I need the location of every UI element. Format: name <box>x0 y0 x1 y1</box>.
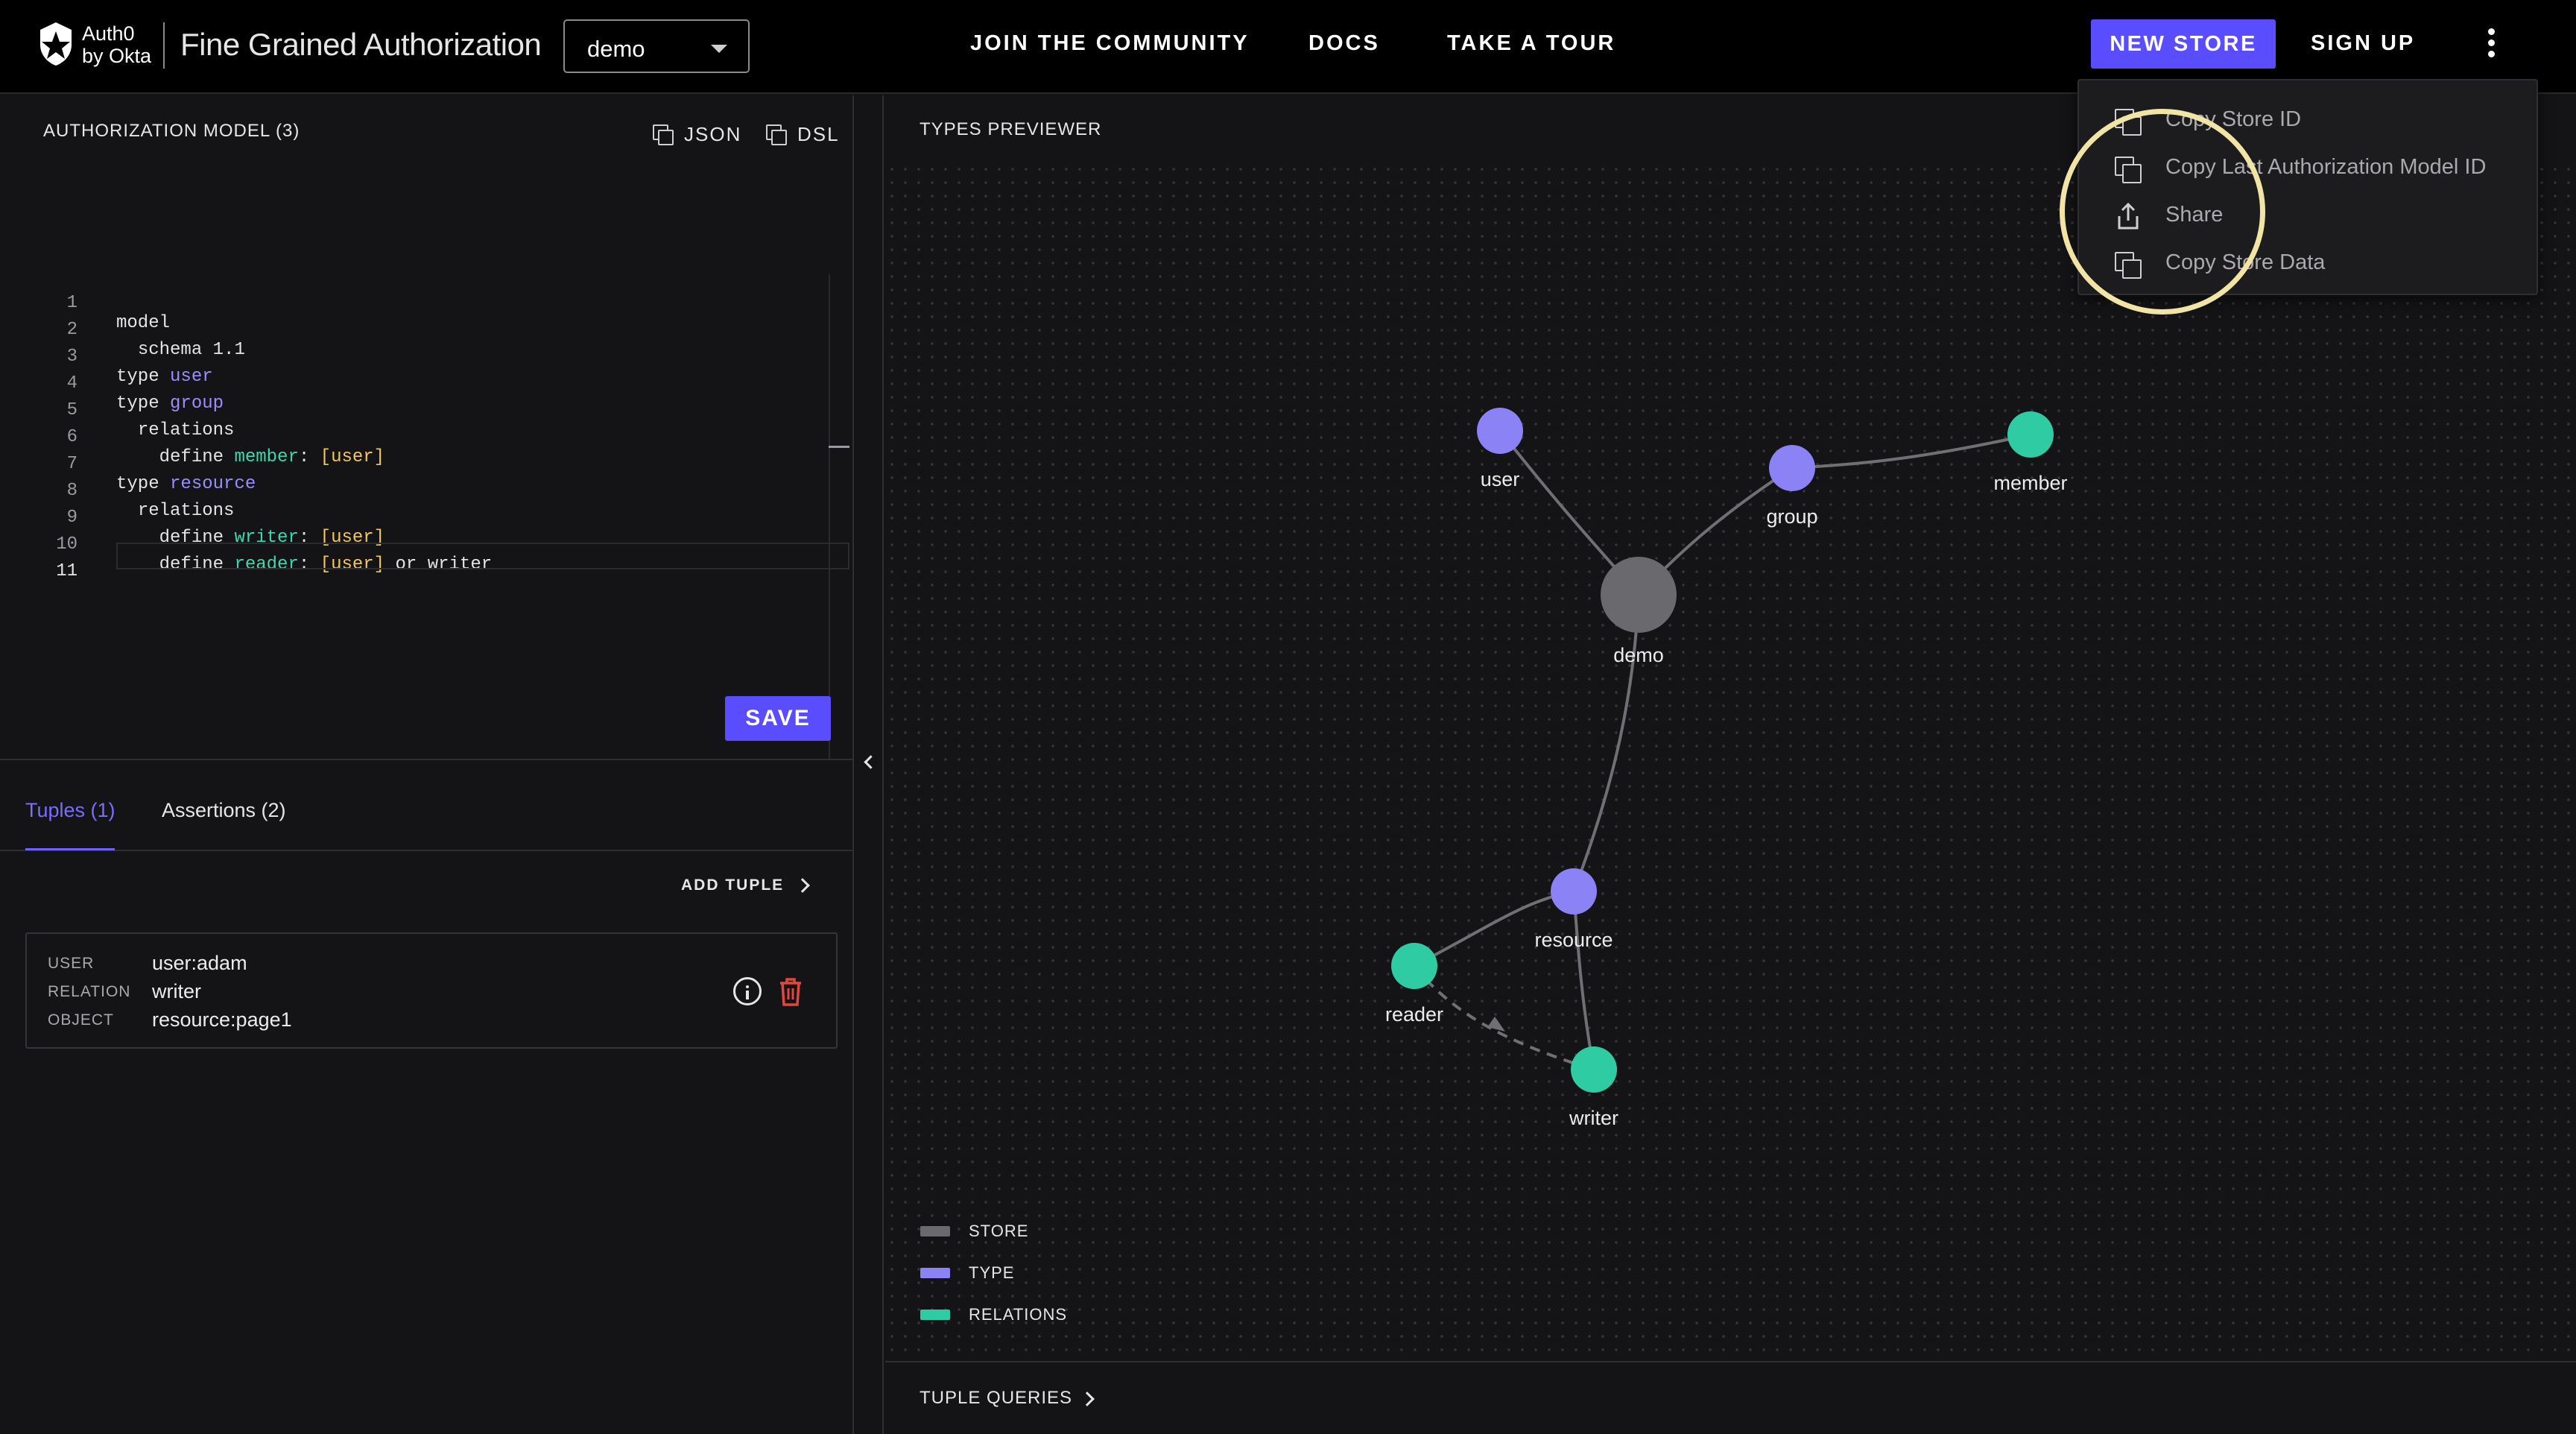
brand-line-1: Auth0 <box>82 22 135 45</box>
node-resource <box>1551 868 1597 915</box>
tuple-object-label: OBJECT <box>48 1011 114 1029</box>
code-line: 9 define writer: [user] <box>0 487 835 548</box>
edge-demo-resource <box>1572 594 1640 892</box>
nav-docs-link[interactable]: DOCS <box>1308 31 1380 56</box>
active-line-highlight <box>116 543 849 569</box>
collapse-panel-handle[interactable] <box>855 95 884 1434</box>
copy-icon <box>653 124 674 145</box>
sign-up-link[interactable]: SIGN UP <box>2311 31 2415 56</box>
code-line: 1 model <box>0 273 835 333</box>
legend-swatch-type <box>920 1268 950 1278</box>
brand-wordmark: Auth0 by Okta <box>82 22 151 67</box>
tuple-user-label: USER <box>48 955 95 972</box>
menu-item-copy-store-data[interactable]: Copy Store Data <box>2079 239 2537 285</box>
more-options-menu: Copy Store ID Copy Last Authorization Mo… <box>2077 79 2538 295</box>
store-selector-value: demo <box>587 36 645 62</box>
legend-swatch-relations <box>920 1310 950 1320</box>
code-editor[interactable]: 1 model 2 schema 1.1 3 type user 4 type … <box>0 173 854 747</box>
chevron-right-icon <box>1080 1392 1095 1406</box>
info-icon[interactable] <box>733 977 762 1005</box>
tuple-object-value: resource:page1 <box>152 1008 292 1031</box>
node-label-group: group <box>1766 505 1817 528</box>
node-user <box>1477 408 1523 454</box>
tab-tuples[interactable]: Tuples (1) <box>25 799 115 822</box>
nav-take-a-tour-link[interactable]: TAKE A TOUR <box>1447 31 1615 56</box>
menu-item-label: Copy Store Data <box>2165 250 2326 274</box>
code-line: 3 type user <box>0 326 835 387</box>
tuples-tabs: Tuples (1) Assertions (2) <box>0 760 854 851</box>
menu-item-share[interactable]: Share <box>2079 191 2537 237</box>
menu-item-label: Share <box>2165 203 2224 227</box>
brand-line-2: by Okta <box>82 45 152 67</box>
chevron-left-icon <box>864 755 878 769</box>
save-button[interactable]: SAVE <box>725 696 831 741</box>
code-line: 2 schema 1.1 <box>0 300 835 360</box>
legend-swatch-store <box>920 1226 950 1236</box>
code-line: 6 define member: [user] <box>0 407 835 467</box>
add-tuple-button[interactable]: ADD TUPLE <box>681 876 811 894</box>
tab-assertions[interactable]: Assertions (2) <box>162 799 286 822</box>
node-label-resource: resource <box>1534 929 1613 951</box>
tuple-card: USER user:adam RELATION writer OBJECT re… <box>25 932 838 1049</box>
authorization-model-title: AUTHORIZATION MODEL (3) <box>43 121 300 141</box>
chevron-right-icon <box>795 878 811 893</box>
node-label-reader: reader <box>1385 1003 1443 1026</box>
node-writer <box>1571 1046 1617 1093</box>
node-reader <box>1391 943 1437 989</box>
tuple-relation-value: writer <box>152 980 201 1002</box>
copy-json-label: JSON <box>684 122 742 145</box>
code-line: 5 relations <box>0 380 835 440</box>
store-selector[interactable]: demo <box>563 19 750 73</box>
left-panel: AUTHORIZATION MODEL (3) JSON DSL 1 model… <box>0 95 854 1434</box>
code-line: 8 relations <box>0 461 835 521</box>
new-store-button[interactable]: NEW STORE <box>2091 19 2276 69</box>
menu-item-label: Copy Store ID <box>2165 107 2302 131</box>
legend-label-store: STORE <box>969 1222 1029 1240</box>
tuple-queries-bar[interactable]: TUPLE QUERIES <box>885 1361 2576 1434</box>
product-title: Fine Grained Authorization <box>180 27 542 62</box>
copy-icon <box>2115 109 2142 136</box>
copy-json-button[interactable]: JSON <box>653 119 741 149</box>
legend-label-relations: RELATIONS <box>969 1305 1068 1324</box>
types-previewer-panel: TYPES PREVIEWER demo user group member r… <box>885 95 2576 1434</box>
brand-divider <box>163 22 165 69</box>
node-label-demo: demo <box>1613 644 1664 666</box>
copy-icon <box>766 124 787 145</box>
menu-item-copy-last-model-id[interactable]: Copy Last Authorization Model ID <box>2079 143 2537 189</box>
legend-label-type: TYPE <box>969 1263 1015 1282</box>
copy-icon <box>2115 252 2142 279</box>
code-line: 7 type resource <box>0 434 835 494</box>
copy-icon <box>2115 157 2142 183</box>
menu-item-label: Copy Last Authorization Model ID <box>2165 155 2487 179</box>
nav-join-community-link[interactable]: JOIN THE COMMUNITY <box>970 31 1250 56</box>
node-label-member: member <box>1993 472 2067 494</box>
code-line: 10 define reader: [user] or writer <box>0 514 835 575</box>
copy-dsl-button[interactable]: DSL <box>766 119 840 149</box>
node-label-user: user <box>1481 468 1520 490</box>
trash-icon[interactable] <box>778 977 803 1007</box>
share-icon <box>2118 202 2139 230</box>
active-tab-indicator <box>25 848 115 850</box>
node-label-writer: writer <box>1569 1107 1618 1129</box>
edge-resource-writer <box>1572 891 1595 1070</box>
types-graph[interactable]: demo user group member resource reader w… <box>885 95 2576 1434</box>
code-line: 4 type group <box>0 353 835 414</box>
node-demo <box>1601 557 1677 633</box>
line-number: 11 <box>56 561 77 581</box>
menu-item-copy-store-id[interactable]: Copy Store ID <box>2079 95 2537 142</box>
tuple-relation-label: RELATION <box>48 983 131 1000</box>
editor-scrollbar-track[interactable] <box>829 274 830 759</box>
edge-group-member <box>1791 433 2031 470</box>
tuple-queries-label: TUPLE QUERIES <box>920 1388 1073 1408</box>
more-options-icon[interactable] <box>2480 27 2502 63</box>
tuple-user-value: user:adam <box>152 952 247 974</box>
editor-scrollbar-thumb[interactable] <box>829 446 849 448</box>
node-group <box>1769 445 1815 491</box>
node-member <box>2007 411 2054 458</box>
copy-dsl-label: DSL <box>797 122 840 145</box>
add-tuple-label: ADD TUPLE <box>681 876 785 894</box>
chevron-down-icon <box>711 45 727 53</box>
auth0-shield-icon <box>40 22 72 66</box>
